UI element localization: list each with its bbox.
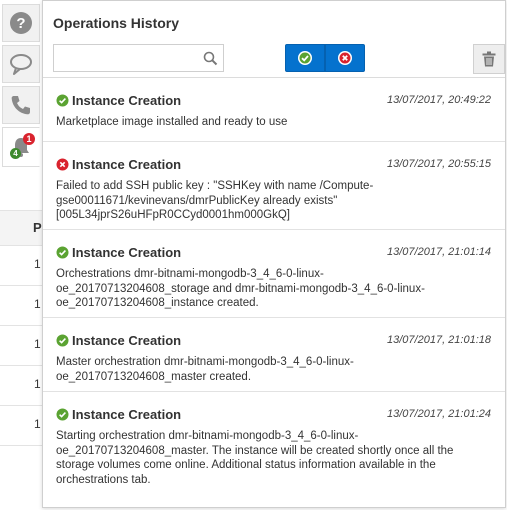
entry-timestamp: 13/07/2017, 20:49:22 (387, 94, 491, 106)
background-table-row: 1 (0, 325, 42, 366)
list-item: Instance Creation 13/07/2017, 21:01:24 S… (43, 392, 505, 496)
entry-message: Marketplace image installed and ready to… (56, 116, 288, 128)
trash-icon (482, 51, 496, 67)
background-table-row: 1 (0, 365, 42, 406)
success-icon (56, 408, 69, 421)
chat-button[interactable] (2, 45, 40, 83)
error-icon (56, 158, 69, 171)
panel-title: Operations History (53, 15, 180, 31)
list-item: Instance Creation 13/07/2017, 20:49:22 M… (43, 78, 505, 142)
entry-title: Instance Creation (72, 245, 182, 260)
background-table-row: 1 (0, 285, 42, 326)
background-table-header: P (0, 210, 42, 246)
entry-timestamp: 13/07/2017, 20:55:15 (387, 158, 491, 170)
background-cell-text: 1 (34, 297, 41, 311)
search-icon[interactable] (203, 51, 218, 66)
list-item: Instance Creation 13/07/2017, 21:01:14 O… (43, 230, 505, 318)
check-circle-icon (298, 51, 312, 65)
x-circle-icon (338, 51, 352, 65)
entry-message: Orchestrations dmr-bitnami-mongodb-3_4_6… (56, 268, 425, 309)
show-success-filter-button[interactable] (285, 44, 325, 72)
background-cell-text: 1 (34, 257, 41, 271)
success-count-badge: 4 (10, 148, 21, 159)
success-icon (56, 94, 69, 107)
list-item: Instance Creation 13/07/2017, 20:55:15 F… (43, 142, 505, 230)
entry-timestamp: 13/07/2017, 21:01:24 (387, 408, 491, 420)
chat-icon (10, 54, 32, 75)
phone-icon (11, 96, 30, 115)
background-cell-text: 1 (34, 417, 41, 431)
entry-message: Failed to add SSH public key : "SSHKey w… (56, 180, 374, 221)
operations-list[interactable]: Instance Creation 13/07/2017, 20:49:22 M… (43, 77, 505, 510)
entry-message: Starting orchestration dmr-bitnami-mongo… (56, 430, 454, 486)
clear-history-button[interactable] (473, 44, 505, 74)
background-cell-text: 1 (34, 377, 41, 391)
entry-title: Instance Creation (72, 407, 182, 422)
entry-timestamp: 13/07/2017, 21:01:18 (387, 334, 491, 346)
show-error-filter-button[interactable] (325, 44, 365, 72)
entry-timestamp: 13/07/2017, 21:01:14 (387, 246, 491, 258)
background-cell-text: 1 (34, 337, 41, 351)
notifications-button[interactable]: 1 4 (2, 127, 40, 167)
entry-title: Instance Creation (72, 157, 182, 172)
background-table-row: 1 (0, 245, 42, 286)
success-icon (56, 334, 69, 347)
svg-text:?: ? (16, 15, 25, 32)
phone-button[interactable] (2, 86, 40, 124)
success-icon (56, 246, 69, 259)
background-table-row: 1 (0, 405, 42, 446)
help-icon: ? (10, 12, 32, 34)
operations-history-panel: Operations History Instance Creation 13/… (42, 0, 506, 508)
entry-message: Master orchestration dmr-bitnami-mongodb… (56, 356, 354, 383)
background-header-text: P (33, 220, 42, 235)
entry-title: Instance Creation (72, 333, 182, 348)
list-item: Instance Creation 13/07/2017, 21:01:18 M… (43, 318, 505, 392)
help-button[interactable]: ? (2, 4, 40, 42)
search-box (53, 44, 224, 72)
error-count-badge: 1 (23, 133, 35, 145)
entry-title: Instance Creation (72, 93, 182, 108)
search-input[interactable] (59, 46, 203, 72)
